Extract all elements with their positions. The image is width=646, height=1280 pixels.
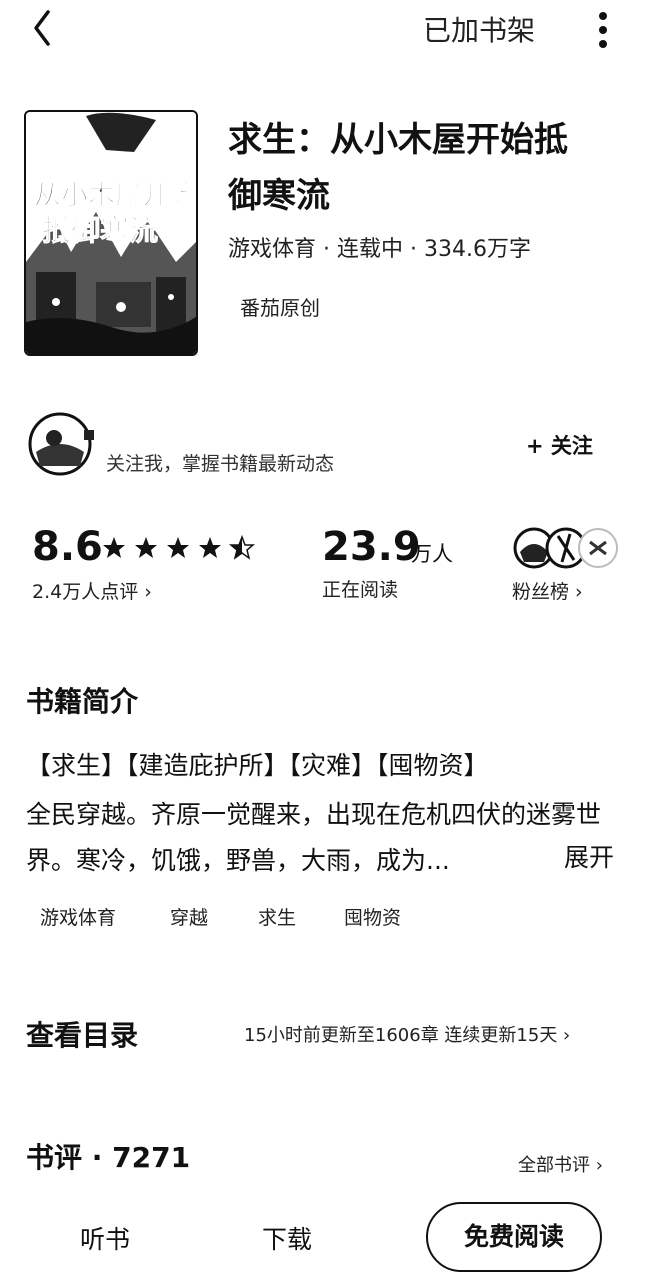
svg-text:从小木屋开始: 从小木屋开始	[34, 179, 196, 211]
fans-ranking-link[interactable]: 粉丝榜 ›	[512, 578, 632, 606]
more-options-button[interactable]	[590, 8, 618, 52]
star-icon	[135, 537, 157, 558]
chevron-left-icon	[34, 10, 50, 46]
book-title: 求生：从小木屋开始抵 御寒流	[228, 112, 628, 224]
catalog-update-link[interactable]: 15小时前更新至1606章 连续更新15天 ›	[244, 1022, 624, 1050]
book-cover-art: 从小木屋开始 抵御寒流	[26, 112, 196, 354]
author-follow-tip: 关注我，掌握书籍最新动态	[106, 453, 335, 475]
intro-tags-line: 【求生】【建造庇护所】【灾难】【囤物资】	[26, 751, 489, 780]
added-to-shelf-status[interactable]: 已加书架	[404, 11, 554, 51]
download-button[interactable]: 下载	[262, 1218, 312, 1262]
publisher-label: 番茄原创	[240, 296, 320, 320]
readers-count: 23.9	[322, 524, 421, 570]
free-read-button[interactable]: 免费阅读	[426, 1202, 602, 1272]
readers-label: 正在阅读	[322, 579, 399, 601]
listen-button[interactable]: 听书	[80, 1218, 130, 1262]
back-button[interactable]	[26, 8, 66, 48]
half-star-icon	[228, 534, 256, 560]
svg-text:抵御寒流: 抵御寒流	[42, 213, 158, 247]
fan-avatar-icon	[578, 528, 618, 568]
more-dot	[599, 40, 607, 48]
expand-intro-button[interactable]: 展开	[564, 838, 624, 878]
intro-text: 全民穿越。齐原一觉醒来，出现在危机四伏的迷雾世界。寒冷，饥饿，野兽，大雨，成为.…	[26, 792, 626, 884]
all-reviews-link[interactable]: 全部书评 ›	[518, 1152, 628, 1180]
more-dots-icon	[599, 12, 607, 20]
tag-chip[interactable]: 穿越	[170, 902, 208, 934]
rating-stars	[102, 533, 262, 563]
follow-author-button[interactable]: + 关注	[526, 428, 626, 464]
book-title-line1: 求生：从小木屋开始抵	[228, 120, 568, 160]
readers-unit: 万人	[411, 542, 453, 566]
star-icon	[167, 537, 189, 558]
book-meta: 游戏体育 · 连载中 · 334.6万字	[228, 237, 531, 262]
reviews-title: 书评 · 7271	[26, 1141, 191, 1174]
author-avatar[interactable]	[24, 406, 100, 478]
fans-avatars[interactable]	[512, 526, 622, 570]
star-icon	[103, 537, 125, 558]
tag-chip[interactable]: 游戏体育	[40, 902, 116, 934]
intro-section-title: 书籍简介	[26, 685, 139, 718]
intro-text-content: 全民穿越。齐原一觉醒来，出现在危机四伏的迷雾世界。寒冷，饥饿，野兽，大雨，成为.…	[26, 800, 602, 875]
book-title-line2: 御寒流	[228, 176, 330, 216]
tag-chip[interactable]: 囤物资	[344, 902, 401, 934]
more-dot	[599, 26, 607, 34]
review-count-link[interactable]: 2.4万人点评 ›	[32, 578, 232, 606]
book-cover[interactable]: 从小木屋开始 抵御寒流	[24, 110, 198, 356]
star-icon	[199, 537, 221, 558]
catalog-title[interactable]: 查看目录	[26, 1016, 138, 1056]
avatar-icon	[28, 412, 94, 476]
tag-chip[interactable]: 求生	[258, 902, 296, 934]
rating-score: 8.6	[32, 524, 103, 570]
